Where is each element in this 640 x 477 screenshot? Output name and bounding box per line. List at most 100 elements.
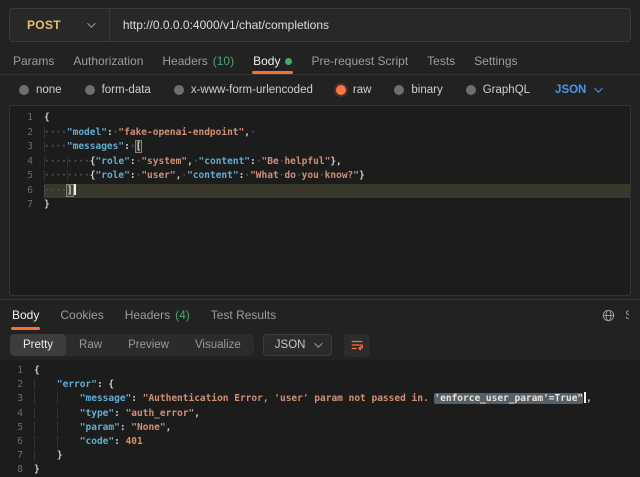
code-line[interactable]: 2····"model":·"fake-openai-endpoint",·	[10, 126, 630, 141]
indent-guide: ····	[44, 156, 67, 167]
code-token-p: :·	[107, 127, 118, 138]
code-token-k: "role"	[96, 156, 130, 167]
code-token-p: :	[114, 436, 125, 447]
line-number: 5	[0, 421, 34, 435]
code-token-k: "code"	[80, 436, 114, 447]
response-tab-headers[interactable]: Headers (4)	[124, 300, 191, 330]
code-token-s: "fake-openai-endpoint"	[118, 127, 244, 138]
code-token-k: "param"	[80, 422, 120, 433]
view-pretty[interactable]: Pretty	[10, 334, 66, 356]
tab-settings[interactable]: Settings	[473, 48, 518, 74]
code-line[interactable]: 1{	[10, 111, 630, 126]
line-number: 4	[0, 407, 34, 421]
radio-binary[interactable]: binary	[394, 84, 442, 96]
tab-params[interactable]: Params	[12, 48, 55, 74]
response-body-viewer[interactable]: 1{2 "error": {3 "message": "Authenticati…	[0, 360, 640, 477]
tab-label: Test Results	[211, 308, 276, 322]
radio-label: none	[36, 84, 62, 96]
request-url-bar: POST http://0.0.0.0:4000/v1/chat/complet…	[0, 0, 640, 48]
tab-tests[interactable]: Tests	[426, 48, 456, 74]
code-token-s: "auth_error"	[126, 408, 195, 419]
response-view-switcher: Pretty Raw Preview Visualize	[10, 334, 254, 356]
network-globe-icon[interactable]	[602, 309, 615, 322]
wrap-lines-button[interactable]	[344, 334, 370, 357]
text-cursor	[74, 184, 76, 195]
response-language-dropdown[interactable]: JSON	[263, 334, 333, 356]
radio-graphql[interactable]: GraphQL	[466, 84, 530, 96]
code-token-p: : {	[97, 379, 114, 390]
code-line[interactable]: 7}	[10, 198, 630, 213]
radio-none[interactable]: none	[19, 84, 62, 96]
radio-raw[interactable]: raw	[336, 84, 372, 96]
view-raw[interactable]: Raw	[66, 334, 115, 356]
code-token-p: },	[330, 156, 341, 167]
code-token-s: "What·do·you·know?"	[250, 170, 359, 181]
code-token-k: "error"	[57, 379, 97, 390]
code-token-s: "None"	[131, 422, 165, 433]
line-number: 6	[0, 435, 34, 449]
radio-label: form-data	[102, 84, 151, 96]
line-number: 3	[10, 140, 44, 155]
chevron-down-icon	[315, 339, 323, 347]
line-number: 7	[0, 449, 34, 463]
code-token-p: :	[114, 408, 125, 419]
body-mode-row: none form-data x-www-form-urlencoded raw…	[0, 75, 640, 105]
code-token-p: :	[120, 422, 131, 433]
code-line[interactable]: 2 "error": {	[0, 378, 640, 392]
response-tab-cookies[interactable]: Cookies	[59, 300, 104, 330]
code-line[interactable]: 1{	[0, 364, 640, 378]
code-token-s: "Authentication Error, 'user' param not …	[143, 393, 435, 404]
body-modified-dot-icon	[285, 58, 292, 65]
radio-label: GraphQL	[483, 84, 530, 96]
code-token-p: :·	[124, 141, 135, 152]
code-line[interactable]: 5 "param": "None",	[0, 421, 640, 435]
method-selector[interactable]: POST	[10, 9, 110, 41]
code-line[interactable]: 8}	[0, 463, 640, 477]
radio-form-data[interactable]: form-data	[85, 84, 151, 96]
code-line[interactable]: 6 "code": 401	[0, 435, 640, 449]
status-text-clipped: S	[625, 308, 629, 322]
radio-x-www-form-urlencoded[interactable]: x-www-form-urlencoded	[174, 84, 313, 96]
indent-guide	[34, 393, 57, 404]
tab-body[interactable]: Body	[252, 48, 293, 74]
view-visualize[interactable]: Visualize	[182, 334, 254, 356]
tab-label: Cookies	[60, 308, 103, 322]
code-line[interactable]: 4 "type": "auth_error",	[0, 407, 640, 421]
code-line[interactable]: 3 "message": "Authentication Error, 'use…	[0, 392, 640, 406]
body-language-dropdown[interactable]: JSON	[555, 84, 600, 96]
indent-guide	[34, 408, 57, 419]
code-token-k: "model"	[67, 127, 107, 138]
radio-icon	[85, 85, 95, 95]
url-input[interactable]: http://0.0.0.0:4000/v1/chat/completions	[110, 9, 630, 41]
indent-guide: ····	[67, 156, 90, 167]
code-line[interactable]: 4········{"role":·"system",·"content":·"…	[10, 155, 630, 170]
response-tabs: Body Cookies Headers (4) Test Results	[0, 300, 640, 330]
line-number: 4	[10, 155, 44, 170]
indent-guide: ····	[67, 170, 90, 181]
code-line[interactable]: 7 }	[0, 449, 640, 463]
code-line[interactable]: 3····"messages":·[	[10, 140, 630, 155]
tab-label: Params	[13, 54, 54, 68]
tab-authorization[interactable]: Authorization	[72, 48, 144, 74]
line-number: 6	[10, 184, 44, 199]
line-number: 1	[0, 364, 34, 378]
indent-guide	[34, 436, 57, 447]
api-client-app: POST http://0.0.0.0:4000/v1/chat/complet…	[0, 0, 640, 477]
tab-label: Tests	[427, 54, 455, 68]
code-token-p: :	[131, 393, 142, 404]
tab-pre-request-script[interactable]: Pre-request Script	[310, 48, 409, 74]
tab-headers[interactable]: Headers (10)	[161, 48, 235, 74]
response-tab-test-results[interactable]: Test Results	[210, 300, 277, 330]
request-body-editor[interactable]: 1{2····"model":·"fake-openai-endpoint",·…	[9, 105, 631, 296]
code-line[interactable]: 5········{"role":·"user",·"content":·"Wh…	[10, 169, 630, 184]
code-token-p: ,	[194, 408, 200, 419]
code-line[interactable]: 6····]	[10, 184, 630, 199]
radio-icon-selected	[336, 85, 346, 95]
code-token-p: {	[44, 112, 50, 123]
view-preview[interactable]: Preview	[115, 334, 182, 356]
response-tab-body[interactable]: Body	[11, 300, 40, 330]
code-token-bm: [	[136, 141, 142, 152]
code-token-bm: ]	[67, 185, 73, 196]
indent-guide	[57, 422, 80, 433]
indent-guide	[57, 393, 80, 404]
